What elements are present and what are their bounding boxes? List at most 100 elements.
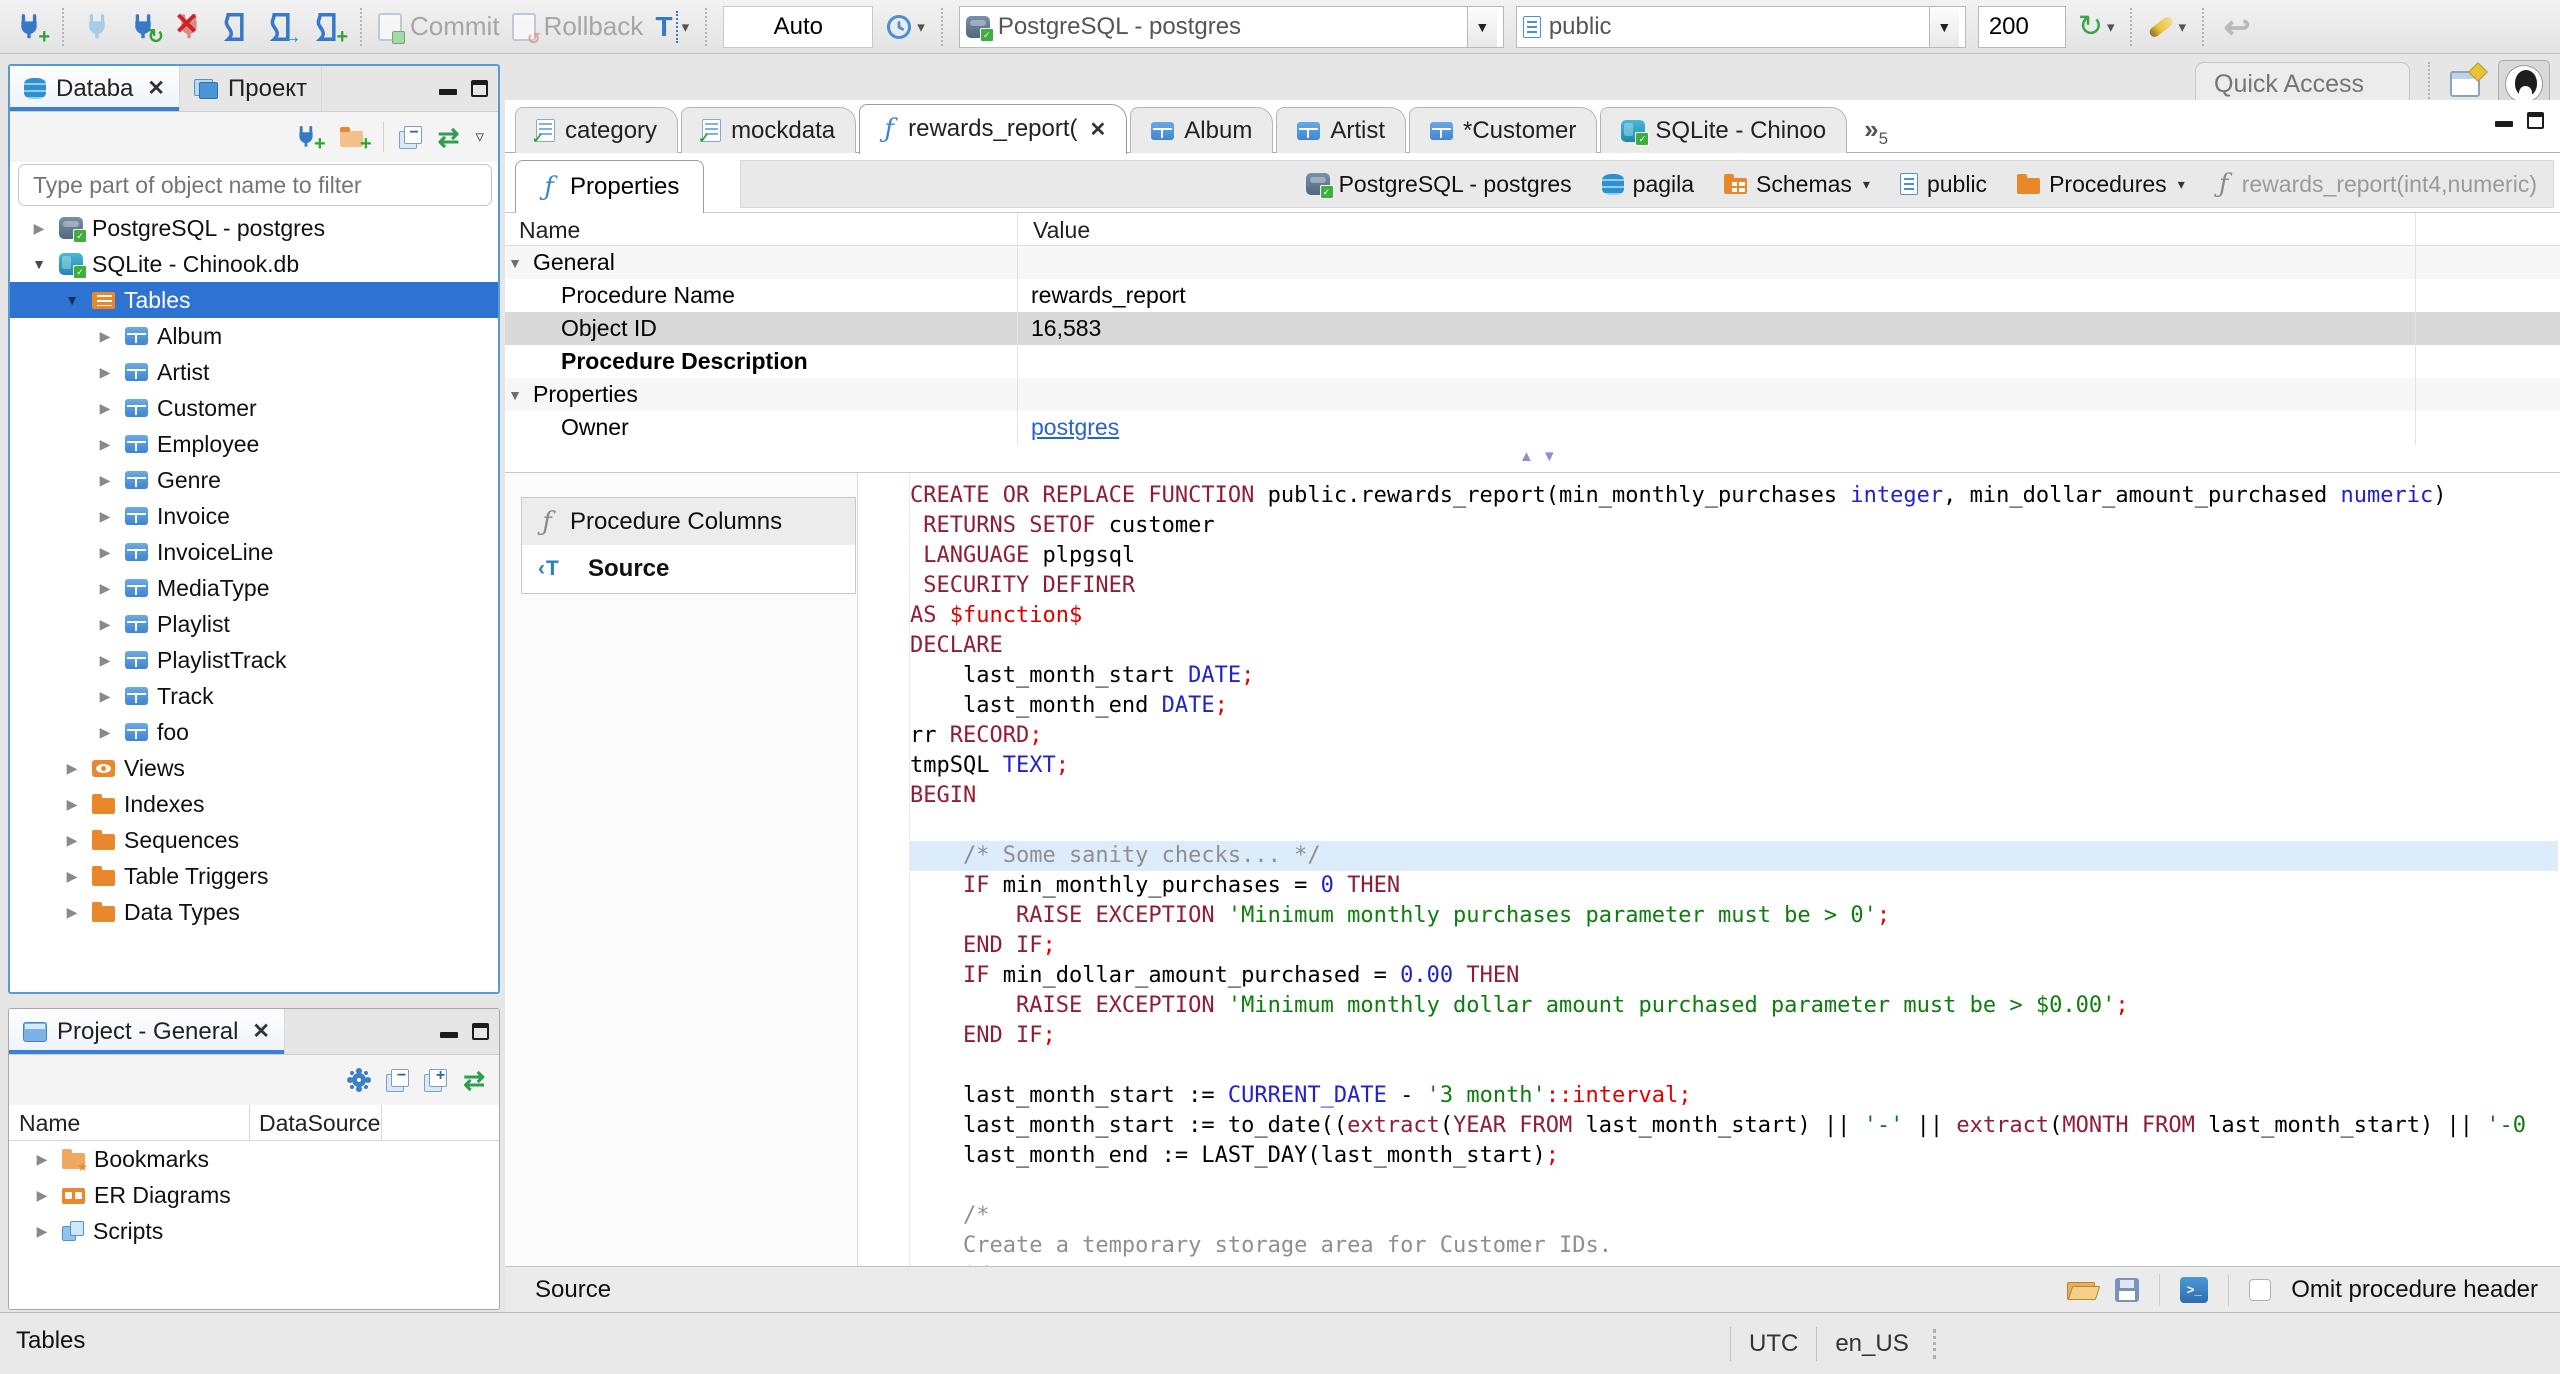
connection-dropdown-button[interactable]: ▼ bbox=[1466, 6, 1497, 47]
hidden-tabs-indicator[interactable]: »5 bbox=[1864, 114, 1888, 148]
disconnect-icon[interactable]: ✕ bbox=[172, 7, 206, 47]
chevron-collapsed-icon[interactable]: ▶ bbox=[94, 364, 116, 381]
transaction-mode-icon[interactable]: T ▾ bbox=[655, 7, 689, 47]
tree-item-playlisttrack[interactable]: ▶ PlaylistTrack bbox=[10, 642, 498, 678]
undo-icon[interactable]: ↩ bbox=[2220, 7, 2254, 47]
project-item-bookmarks[interactable]: ▶ Bookmarks bbox=[9, 1141, 499, 1177]
transaction-log-icon[interactable]: ▾ bbox=[885, 7, 925, 47]
persist-console-icon[interactable]: >_ bbox=[2180, 1276, 2209, 1303]
new-sql-editor-icon[interactable]: + bbox=[310, 7, 348, 48]
minimize-icon[interactable] bbox=[440, 1031, 458, 1038]
chevron-collapsed-icon[interactable]: ▶ bbox=[61, 832, 83, 849]
chevron-collapsed-icon[interactable]: ▶ bbox=[94, 616, 116, 633]
editor-tab-artist[interactable]: Artist bbox=[1276, 107, 1406, 153]
tree-item-customer[interactable]: ▶ Customer bbox=[10, 390, 498, 426]
open-perspective-icon[interactable] bbox=[2448, 64, 2482, 104]
close-icon[interactable]: ✕ bbox=[252, 1019, 270, 1044]
tree-item-postgresql-postgres[interactable]: ▶ PostgreSQL - postgres bbox=[10, 210, 498, 246]
editor-tab-sqlite-chinoo[interactable]: SQLite - Chinoo bbox=[1600, 107, 1848, 153]
tree-item-track[interactable]: ▶ Track bbox=[10, 678, 498, 714]
property-row-general[interactable]: ▼ General bbox=[505, 246, 2560, 279]
commit-button[interactable]: Commit bbox=[378, 7, 500, 47]
breadcrumb-procedures[interactable]: Procedures ▾ bbox=[2017, 171, 2185, 198]
column-name[interactable]: Name bbox=[19, 1110, 80, 1137]
chevron-expanded-icon[interactable]: ▼ bbox=[28, 256, 50, 272]
editor-tab-album[interactable]: Album bbox=[1130, 107, 1274, 153]
tree-item-invoiceline[interactable]: ▶ InvoiceLine bbox=[10, 534, 498, 570]
chevron-collapsed-icon[interactable]: ▶ bbox=[94, 400, 116, 417]
tab-project-general[interactable]: Project - General ✕ bbox=[9, 1009, 286, 1054]
breadcrumb-schemas[interactable]: Schemas ▾ bbox=[1724, 171, 1870, 198]
omit-procedure-header-checkbox[interactable] bbox=[2249, 1278, 2272, 1301]
chevron-collapsed-icon[interactable]: ▶ bbox=[31, 1223, 53, 1240]
editor-tab-rewards-report[interactable]: rewards_report(✕ bbox=[859, 104, 1128, 154]
breadcrumb-rewards-report-int4-numeric[interactable]: rewards_report(int4,numeric) bbox=[2215, 171, 2537, 198]
schema-dropdown-button[interactable]: ▼ bbox=[1928, 6, 1959, 47]
drag-handle[interactable] bbox=[1932, 1328, 1936, 1359]
mock-data-wand-icon[interactable]: ▾ bbox=[2148, 7, 2186, 47]
editor-tab-category[interactable]: category bbox=[515, 107, 679, 153]
minimize-icon[interactable] bbox=[439, 88, 457, 95]
chevron-collapsed-icon[interactable]: ▶ bbox=[28, 220, 50, 237]
invalidate-reconnect-icon[interactable]: ↻ bbox=[126, 7, 164, 48]
chevron-collapsed-icon[interactable]: ▶ bbox=[31, 1187, 53, 1204]
group-expanded-icon[interactable]: ▼ bbox=[505, 387, 525, 403]
chevron-collapsed-icon[interactable]: ▶ bbox=[94, 580, 116, 597]
chevron-expanded-icon[interactable]: ▼ bbox=[61, 292, 83, 308]
breadcrumb-pagila[interactable]: pagila bbox=[1601, 171, 1694, 198]
chevron-collapsed-icon[interactable]: ▶ bbox=[94, 544, 116, 561]
view-menu-icon[interactable]: ▿ bbox=[475, 127, 484, 147]
tree-item-data-types[interactable]: ▶ Data Types bbox=[10, 894, 498, 930]
chevron-collapsed-icon[interactable]: ▶ bbox=[94, 508, 116, 525]
commit-mode-select[interactable]: Auto bbox=[723, 5, 874, 48]
close-icon[interactable]: ✕ bbox=[147, 76, 165, 101]
tree-item-playlist[interactable]: ▶ Playlist bbox=[10, 606, 498, 642]
sql-editor-icon[interactable] bbox=[218, 7, 252, 47]
tree-item-sequences[interactable]: ▶ Sequences bbox=[10, 822, 498, 858]
tree-item-tables[interactable]: ▼ Tables bbox=[10, 282, 498, 318]
rollback-button[interactable]: Rollback bbox=[511, 7, 643, 49]
collapse-all-icon[interactable] bbox=[387, 1067, 410, 1091]
open-sql-script-icon[interactable]: → bbox=[264, 7, 302, 48]
column-name[interactable]: Name bbox=[519, 217, 580, 244]
chevron-collapsed-icon[interactable]: ▶ bbox=[94, 688, 116, 705]
editor-tab-customer[interactable]: *Customer bbox=[1409, 107, 1598, 153]
tree-item-employee[interactable]: ▶ Employee bbox=[10, 426, 498, 462]
tree-item-sqlite-chinook-db[interactable]: ▼ SQLite - Chinook.db bbox=[10, 246, 498, 282]
chevron-down-icon[interactable]: ▾ bbox=[2178, 176, 2185, 193]
chevron-collapsed-icon[interactable]: ▶ bbox=[61, 760, 83, 777]
chevron-collapsed-icon[interactable]: ▶ bbox=[94, 472, 116, 489]
chevron-collapsed-icon[interactable]: ▶ bbox=[61, 868, 83, 885]
settings-gear-icon[interactable] bbox=[347, 1068, 371, 1092]
refresh-icon[interactable]: ↻ ▾ bbox=[2078, 7, 2115, 47]
collapse-all-icon[interactable] bbox=[400, 124, 422, 148]
tree-item-invoice[interactable]: ▶ Invoice bbox=[10, 498, 498, 534]
new-connection-icon[interactable]: + bbox=[291, 122, 326, 155]
owner-link[interactable]: postgres bbox=[1031, 414, 1119, 440]
maximize-icon[interactable] bbox=[2527, 112, 2544, 129]
new-connection-icon[interactable]: + bbox=[12, 7, 50, 48]
tree-item-indexes[interactable]: ▶ Indexes bbox=[10, 786, 498, 822]
tab-database-navigator[interactable]: Databa ✕ bbox=[10, 66, 180, 111]
source-code-viewer[interactable]: CREATE OR REPLACE FUNCTION public.reward… bbox=[910, 473, 2558, 1266]
property-row-procedure-name[interactable]: Procedure Name rewards_report bbox=[505, 279, 2560, 312]
expand-all-icon[interactable] bbox=[425, 1067, 448, 1091]
chevron-down-icon[interactable]: ▾ bbox=[1863, 176, 1870, 193]
property-row-owner[interactable]: Owner postgres bbox=[505, 411, 2560, 444]
sash-collapse-controls[interactable]: ▲▼ bbox=[1519, 448, 1565, 465]
property-row-procedure-description[interactable]: Procedure Description bbox=[505, 345, 2560, 378]
save-to-file-icon[interactable] bbox=[2115, 1277, 2140, 1302]
breadcrumb-public[interactable]: public bbox=[1899, 171, 1987, 198]
chevron-collapsed-icon[interactable]: ▶ bbox=[94, 436, 116, 453]
connect-icon[interactable] bbox=[80, 7, 114, 47]
schema-select[interactable]: public ▼ bbox=[1515, 5, 1966, 48]
link-with-editor-icon[interactable]: ⇄ bbox=[438, 124, 460, 150]
tree-item-mediatype[interactable]: ▶ MediaType bbox=[10, 570, 498, 606]
chevron-collapsed-icon[interactable]: ▶ bbox=[61, 796, 83, 813]
chevron-collapsed-icon[interactable]: ▶ bbox=[61, 904, 83, 921]
tree-item-album[interactable]: ▶ Album bbox=[10, 318, 498, 354]
close-icon[interactable]: ✕ bbox=[1090, 117, 1107, 142]
minimize-icon[interactable] bbox=[2495, 120, 2513, 127]
tree-item-artist[interactable]: ▶ Artist bbox=[10, 354, 498, 390]
chevron-collapsed-icon[interactable]: ▶ bbox=[31, 1151, 53, 1168]
